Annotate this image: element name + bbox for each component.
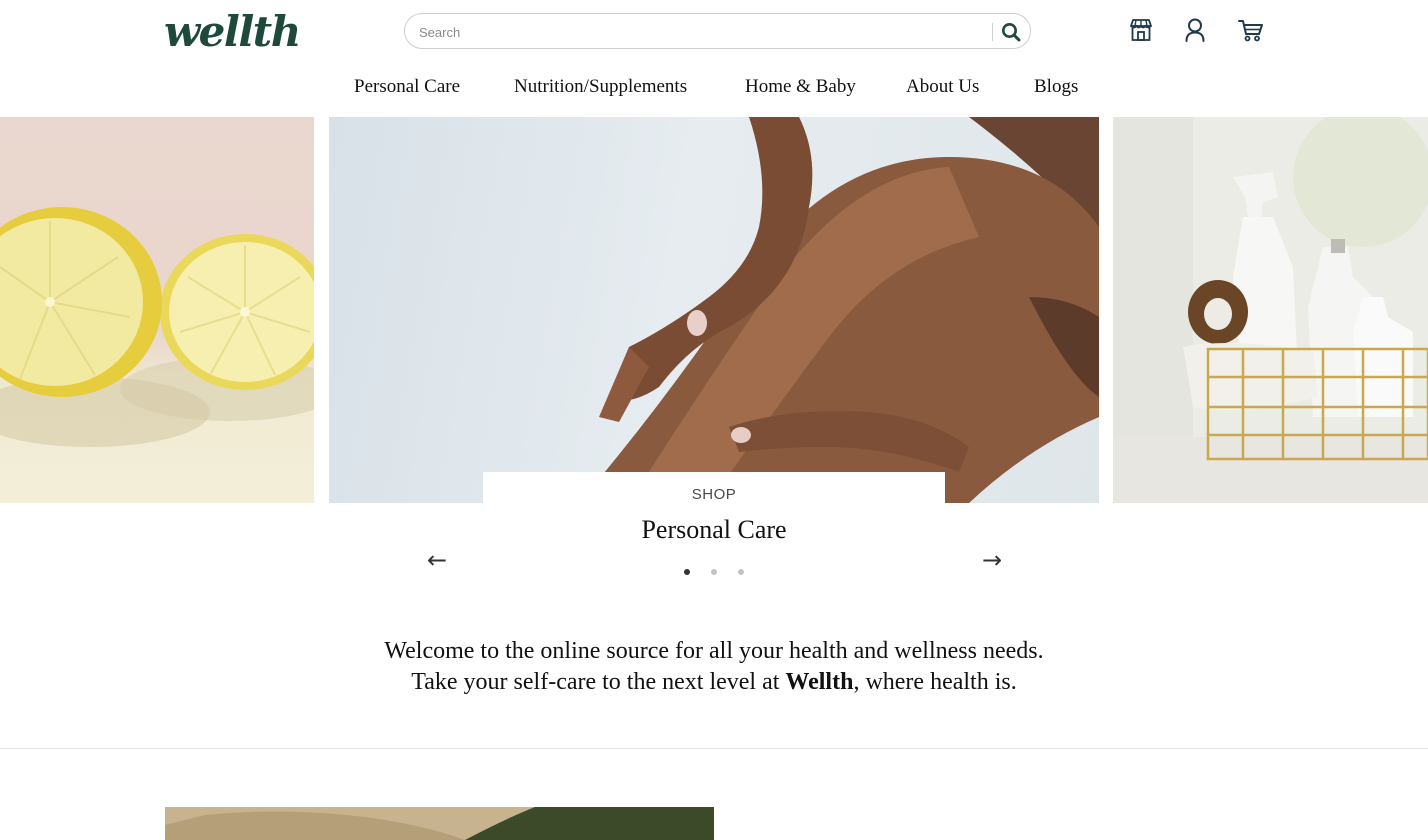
carousel-dot-1[interactable]: [684, 569, 690, 575]
section-divider: [0, 748, 1428, 749]
wellth-logo[interactable]: wellth: [164, 10, 301, 54]
featured-photo: [165, 807, 714, 840]
carousel-prev-button[interactable]: ←: [422, 545, 452, 575]
slide-title[interactable]: Personal Care: [483, 515, 945, 545]
nav-blogs[interactable]: Blogs: [1034, 76, 1078, 98]
search-bar: [404, 13, 1031, 49]
lemons-image: [0, 207, 314, 447]
carousel-slide-next[interactable]: [1113, 117, 1428, 503]
store-icon: [1130, 19, 1152, 41]
welcome-line-2: Take your self-care to the next level at…: [214, 667, 1214, 698]
search-divider: [992, 23, 993, 41]
search-input[interactable]: [419, 22, 979, 42]
carousel-dot-3[interactable]: [738, 569, 744, 575]
store-locator-button[interactable]: [1126, 15, 1156, 45]
carousel-dot-2[interactable]: [711, 569, 717, 575]
welcome-line-1: Welcome to the online source for all you…: [384, 638, 1044, 664]
carousel-slide-prev[interactable]: [0, 117, 314, 503]
account-icon: [1185, 18, 1205, 42]
personal-care-image: [579, 117, 1099, 503]
search-button[interactable]: [999, 20, 1023, 44]
welcome-message: Welcome to the online source for all you…: [214, 636, 1214, 698]
welcome-line-2-suffix: , where health is.: [853, 669, 1017, 695]
carousel-slide-active[interactable]: [329, 117, 1099, 503]
search-icon: [1002, 23, 1021, 42]
welcome-line-2-prefix: Take your self-care to the next level at: [411, 669, 786, 695]
slide-caption-card: SHOP: [483, 472, 945, 506]
welcome-brand: Wellth: [785, 669, 854, 695]
nav-nutrition-supplements[interactable]: Nutrition/Supplements: [514, 76, 687, 98]
carousel-next-button[interactable]: →: [977, 545, 1007, 575]
featured-image[interactable]: [165, 807, 714, 840]
nav-personal-care[interactable]: Personal Care: [354, 76, 460, 98]
account-button[interactable]: [1180, 15, 1210, 45]
nav-home-baby[interactable]: Home & Baby: [745, 76, 856, 98]
shop-eyebrow: SHOP: [691, 486, 737, 503]
nav-about-us[interactable]: About Us: [906, 76, 979, 98]
carousel-pagination: [680, 569, 750, 579]
cart-icon: [1238, 20, 1263, 42]
home-baby-image: [1113, 117, 1428, 503]
main-nav: Personal Care Nutrition/Supplements Home…: [0, 76, 1428, 104]
cart-button[interactable]: [1236, 15, 1266, 45]
